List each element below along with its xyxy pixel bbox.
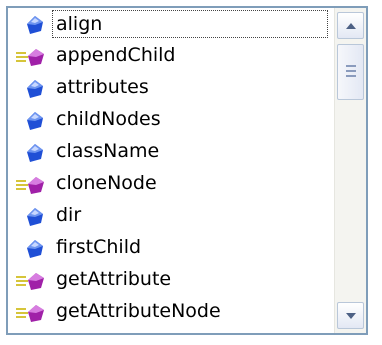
method-icon — [16, 49, 44, 66]
list-item[interactable]: firstChild — [8, 232, 334, 264]
list-item-label: align — [52, 10, 328, 38]
completion-list[interactable]: align appendChild attributes childNodes … — [8, 8, 334, 333]
scroll-down-button[interactable] — [337, 302, 364, 329]
list-item-label: getAttributeNode — [56, 300, 221, 322]
list-item-label: appendChild — [56, 44, 176, 66]
vertical-scrollbar[interactable] — [334, 8, 366, 333]
list-item-label: getAttribute — [56, 268, 172, 290]
arrow-down-icon — [346, 313, 356, 319]
property-icon — [27, 112, 43, 130]
list-item-label: dir — [56, 204, 82, 226]
intellisense-popup: align appendChild attributes childNodes … — [6, 6, 368, 335]
list-item[interactable]: align — [8, 8, 334, 40]
grip-icon — [346, 65, 356, 77]
property-icon — [27, 144, 43, 162]
list-item-label: className — [56, 140, 160, 162]
method-icon — [16, 273, 44, 290]
list-item[interactable]: className — [8, 136, 334, 168]
list-item[interactable]: appendChild — [8, 40, 334, 72]
scroll-up-button[interactable] — [337, 12, 364, 39]
list-item[interactable]: childNodes — [8, 104, 334, 136]
list-item-label: firstChild — [56, 236, 142, 258]
list-item-label: attributes — [56, 76, 149, 98]
list-item[interactable]: dir — [8, 200, 334, 232]
method-icon — [16, 177, 44, 194]
list-item[interactable]: getAttributeNode — [8, 296, 334, 328]
property-icon — [27, 240, 43, 258]
list-item[interactable]: cloneNode — [8, 168, 334, 200]
method-icon — [16, 305, 44, 322]
property-icon — [27, 80, 43, 98]
list-item-label: cloneNode — [56, 172, 157, 194]
arrow-up-icon — [346, 23, 356, 29]
property-icon — [27, 16, 43, 34]
list-item-label: childNodes — [56, 108, 161, 130]
scroll-thumb[interactable] — [337, 44, 364, 100]
list-item[interactable]: getAttribute — [8, 264, 334, 296]
property-icon — [27, 208, 43, 226]
list-item[interactable]: attributes — [8, 72, 334, 104]
